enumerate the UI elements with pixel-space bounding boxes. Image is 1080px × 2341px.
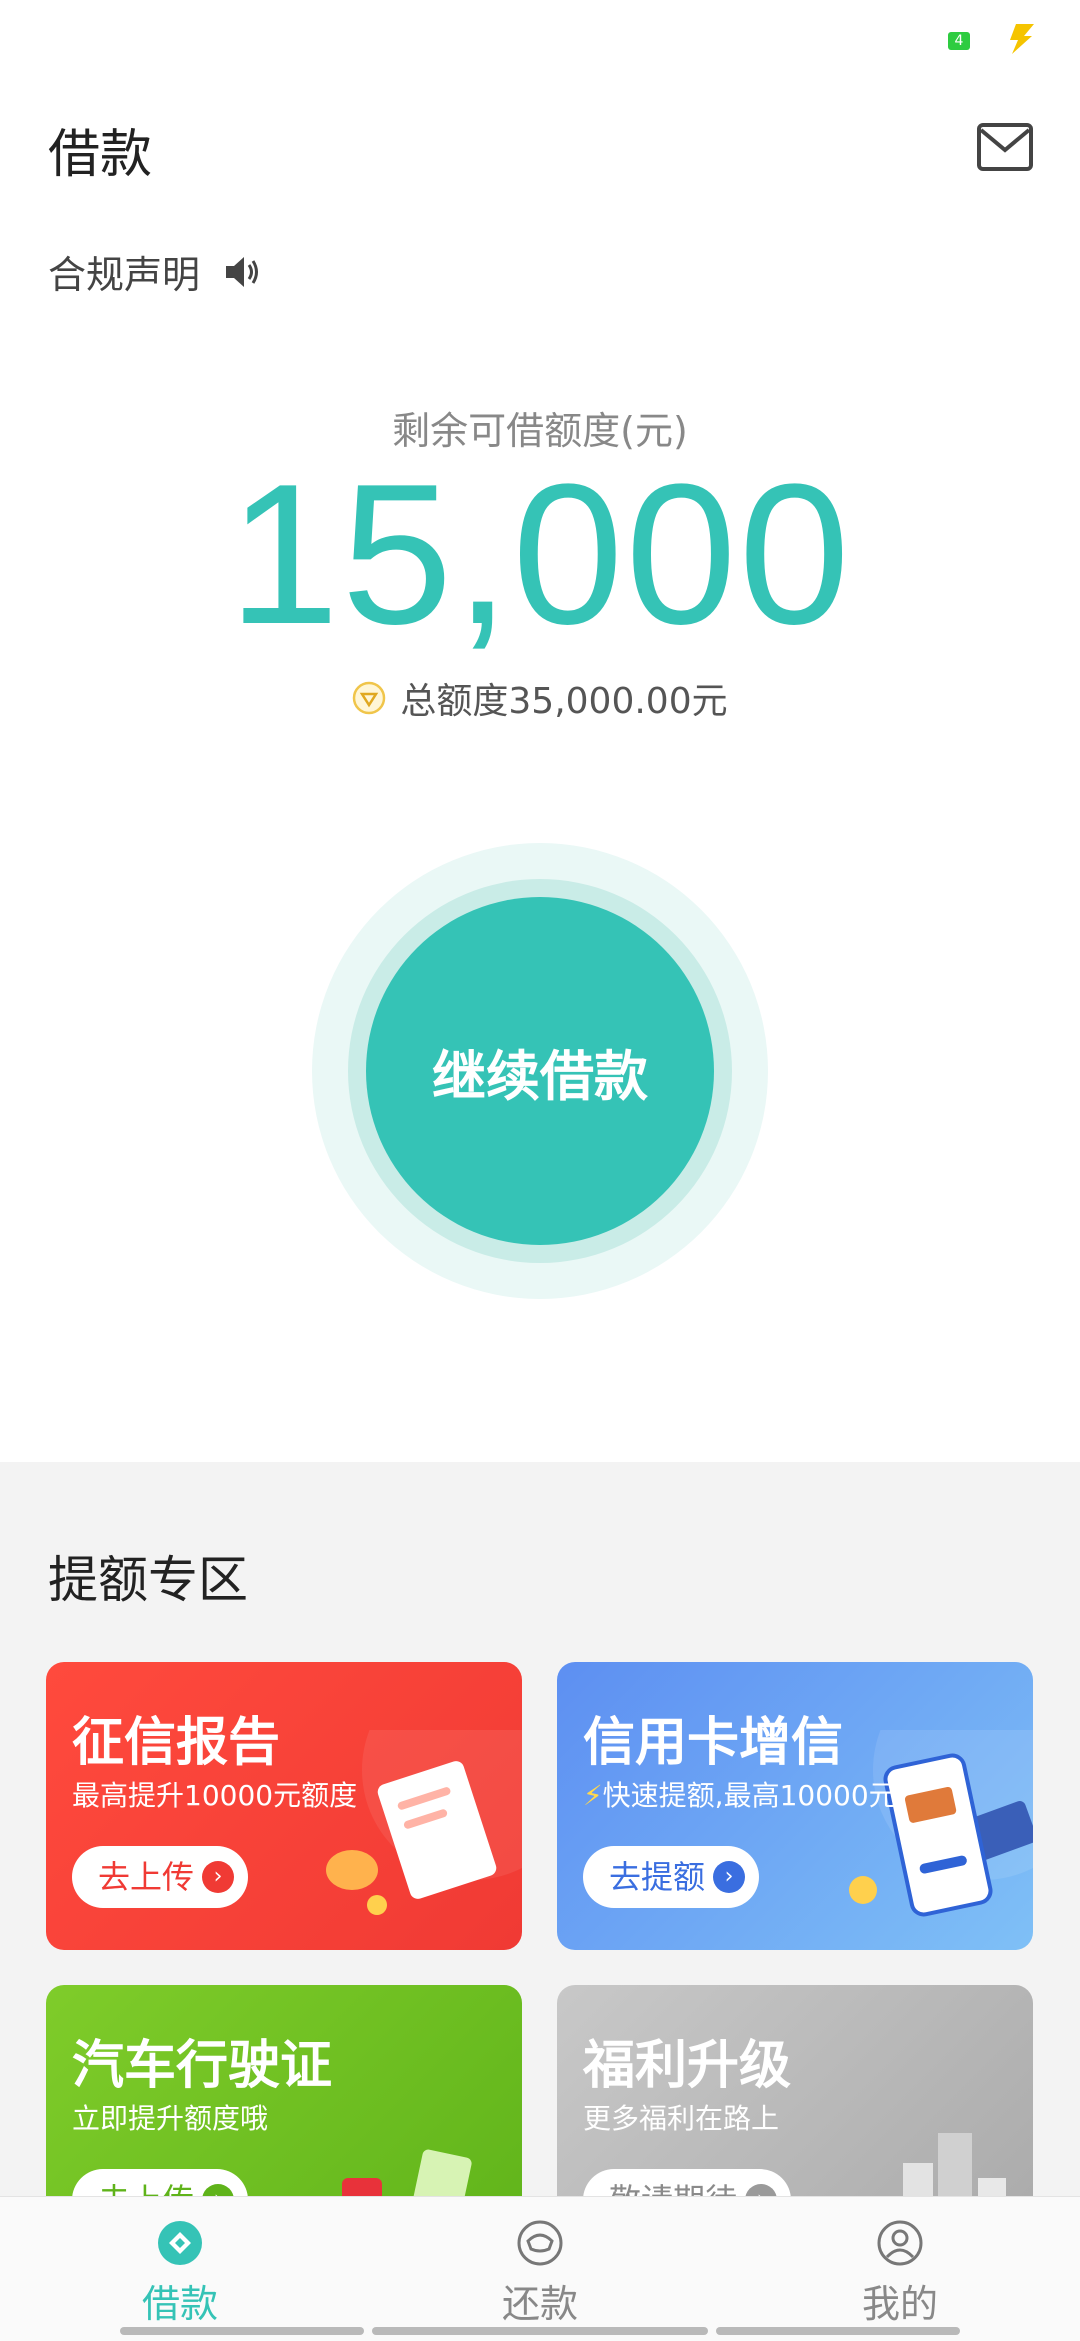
card-subtitle: 立即提升额度哦 (72, 2102, 269, 2135)
tab-repay[interactable]: 还款 (360, 2197, 720, 2341)
home-indicator-right (716, 2327, 960, 2335)
credit-card-boost-card[interactable]: 信用卡增信 ⚡快速提额,最高10000元 去提额 › (557, 1662, 1033, 1950)
home-indicator-center[interactable] (372, 2327, 708, 2335)
borrow-icon (158, 2221, 202, 2265)
compliance-notice[interactable]: 合规声明 (48, 244, 262, 299)
charging-icon (1010, 24, 1034, 54)
lightning-icon: ⚡ (583, 1779, 603, 1812)
mail-icon[interactable] (976, 122, 1034, 172)
credit-report-card[interactable]: 征信报告 最高提升10000元额度 去上传 › (46, 1662, 522, 1950)
card-title: 信用卡增信 (583, 1713, 844, 1773)
continue-borrow-button[interactable]: 继续借款 (366, 897, 714, 1245)
compliance-notice-label: 合规声明 (48, 253, 201, 297)
arrow-right-icon: › (713, 1861, 746, 1893)
battery-icon: 4 (948, 32, 970, 50)
home-indicator-left (120, 2327, 364, 2335)
tab-borrow-label: 借款 (141, 2282, 218, 2326)
tab-mine-label: 我的 (861, 2282, 938, 2326)
tab-borrow[interactable]: 借款 (0, 2197, 360, 2341)
upload-button-label: 去上传 (98, 1858, 195, 1896)
bottom-tab-bar: 借款 还款 我的 (0, 2196, 1080, 2341)
diamond-icon (353, 681, 386, 715)
card-subtitle-text: 快速提额,最高10000元 (602, 1779, 897, 1812)
status-bar: 4 (0, 0, 1080, 80)
boost-button-label: 去提额 (609, 1858, 706, 1896)
profile-icon (877, 2220, 923, 2266)
available-quota-amount: 15,000 (228, 443, 852, 666)
report-illustration (326, 1730, 522, 1915)
repay-icon (517, 2220, 563, 2266)
total-quota: 总额度35,000.00元 (0, 672, 1080, 724)
card-subtitle: 最高提升10000元额度 (72, 1779, 358, 1812)
speaker-icon (226, 256, 259, 287)
page-title: 借款 (48, 125, 153, 185)
boost-zone-title: 提额专区 (48, 1551, 248, 1609)
card-subtitle: 更多福利在路上 (583, 2102, 780, 2135)
tab-mine[interactable]: 我的 (720, 2197, 1080, 2341)
tab-repay-label: 还款 (501, 2282, 578, 2326)
card-title: 福利升级 (583, 2036, 792, 2096)
arrow-right-icon: › (202, 1861, 235, 1893)
card-title: 汽车行驶证 (72, 2036, 333, 2096)
card-title: 征信报告 (72, 1713, 281, 1773)
upload-button[interactable]: 去上传 › (72, 1846, 249, 1908)
card-subtitle: ⚡快速提额,最高10000元 (583, 1774, 897, 1814)
boost-button[interactable]: 去提额 › (583, 1846, 760, 1908)
total-quota-text: 总额度35,000.00元 (400, 681, 728, 722)
